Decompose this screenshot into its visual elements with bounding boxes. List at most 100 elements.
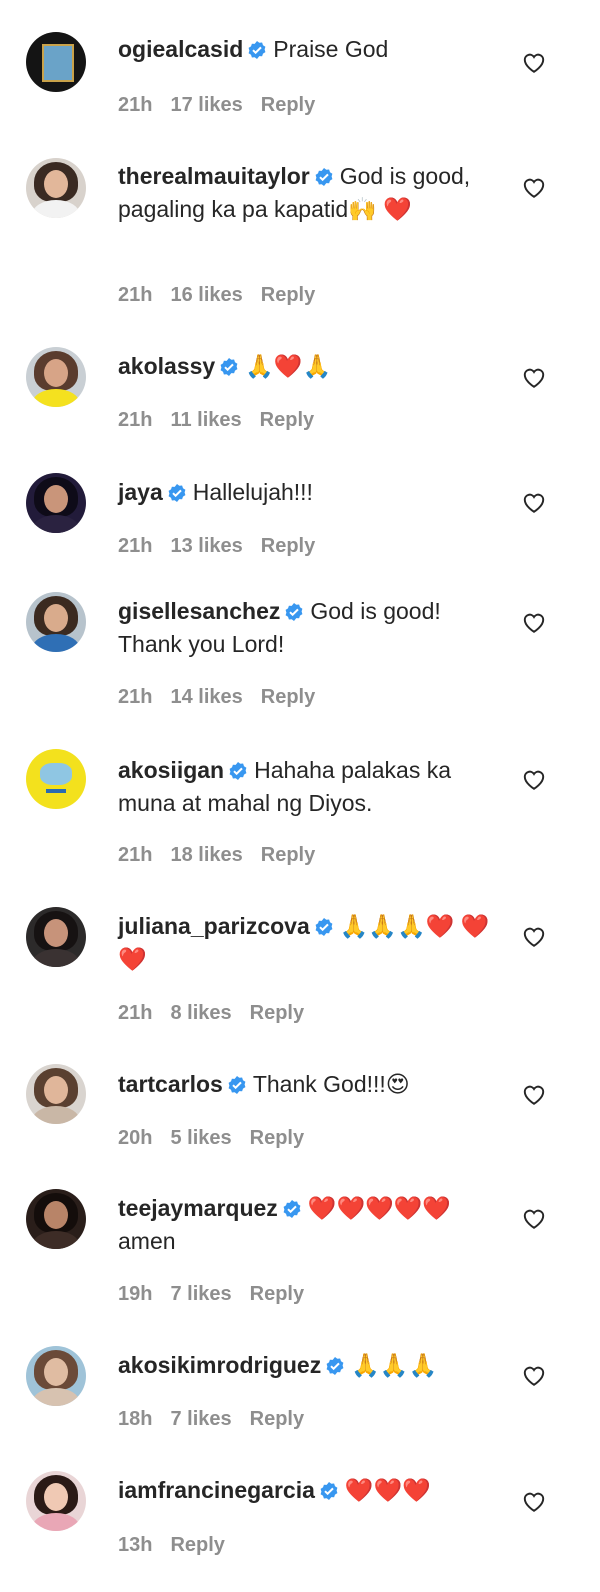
like-heart-icon[interactable]: [521, 1082, 547, 1106]
likes-count[interactable]: 7 likes: [170, 1408, 231, 1430]
reply-button[interactable]: Reply: [250, 1002, 304, 1024]
likes-count[interactable]: 18 likes: [170, 844, 242, 866]
username-link[interactable]: akosikimrodriguez: [118, 1352, 321, 1378]
comment-text-block: akosikimrodriguez 🙏🙏🙏: [118, 1349, 508, 1382]
comment-text-block: iamfrancinegarcia ❤️❤️❤️: [118, 1474, 508, 1507]
username-link[interactable]: iamfrancinegarcia: [118, 1477, 315, 1503]
like-heart-icon[interactable]: [521, 924, 547, 948]
likes-count[interactable]: 8 likes: [170, 1002, 231, 1024]
username-link[interactable]: jaya: [118, 479, 163, 505]
verified-badge-icon: [229, 762, 247, 780]
reply-button[interactable]: Reply: [170, 1534, 224, 1556]
likes-count[interactable]: 14 likes: [170, 686, 242, 708]
comment-time[interactable]: 19h: [118, 1283, 152, 1305]
reply-button[interactable]: Reply: [250, 1408, 304, 1430]
username-link[interactable]: therealmauitaylor: [118, 163, 310, 189]
comment-meta: 21h 18 likes Reply: [118, 844, 333, 867]
username-link[interactable]: ogiealcasid: [118, 36, 243, 62]
reply-button[interactable]: Reply: [250, 1127, 304, 1149]
comment-body: Hallelujah!!!: [192, 479, 313, 505]
comment-time[interactable]: 20h: [118, 1127, 152, 1149]
like-heart-icon[interactable]: [521, 50, 547, 74]
comment-meta: 21h 16 likes Reply: [118, 284, 333, 307]
comment-meta: 13h Reply: [118, 1534, 243, 1557]
verified-badge-icon: [168, 484, 186, 502]
avatar[interactable]: [26, 32, 86, 92]
comment-text-block: therealmauitaylor God is good, pagaling k…: [118, 160, 508, 226]
comment-time[interactable]: 21h: [118, 284, 152, 306]
avatar[interactable]: [26, 1471, 86, 1531]
avatar[interactable]: [26, 158, 86, 218]
comment-text-block: juliana_parizcova 🙏🙏🙏❤️ ❤️❤️: [118, 910, 508, 976]
comment-body: 🙏🙏🙏: [351, 1352, 438, 1378]
verified-badge-icon: [228, 1076, 246, 1094]
comment-meta: 18h 7 likes Reply: [118, 1408, 322, 1431]
like-heart-icon[interactable]: [521, 175, 547, 199]
verified-badge-icon: [248, 41, 266, 59]
comment-meta: 21h 17 likes Reply: [118, 94, 333, 117]
comment-time[interactable]: 18h: [118, 1408, 152, 1430]
comment-body: ❤️❤️❤️: [344, 1477, 431, 1503]
reply-button[interactable]: Reply: [261, 844, 315, 866]
username-link[interactable]: tartcarlos: [118, 1071, 223, 1097]
avatar[interactable]: [26, 1189, 86, 1249]
verified-badge-icon: [315, 168, 333, 186]
reply-button[interactable]: Reply: [261, 94, 315, 116]
verified-badge-icon: [315, 918, 333, 936]
verified-badge-icon: [326, 1357, 344, 1375]
like-heart-icon[interactable]: [521, 767, 547, 791]
comment-time[interactable]: 13h: [118, 1534, 152, 1556]
comment-time[interactable]: 21h: [118, 409, 152, 431]
comment-time[interactable]: 21h: [118, 1002, 152, 1024]
comment-body: Praise God: [273, 36, 389, 62]
likes-count[interactable]: 16 likes: [170, 284, 242, 306]
avatar[interactable]: [26, 592, 86, 652]
comment-text-block: teejaymarquez ❤️❤️❤️❤️❤️ amen: [118, 1192, 508, 1258]
like-heart-icon[interactable]: [521, 490, 547, 514]
verified-badge-icon: [220, 358, 238, 376]
comment-text-block: ogiealcasid Praise God: [118, 33, 508, 66]
likes-count[interactable]: 11 likes: [170, 409, 241, 431]
comment-time[interactable]: 21h: [118, 94, 152, 116]
likes-count[interactable]: 17 likes: [170, 94, 242, 116]
username-link[interactable]: teejaymarquez: [118, 1195, 278, 1221]
reply-button[interactable]: Reply: [250, 1283, 304, 1305]
comment-meta: 21h 11 likes Reply: [118, 409, 332, 432]
like-heart-icon[interactable]: [521, 1489, 547, 1513]
comment-meta: 21h 14 likes Reply: [118, 686, 333, 709]
comment-meta: 20h 5 likes Reply: [118, 1127, 322, 1150]
comment-text-block: akosiigan Hahaha palakas ka muna at mahal…: [118, 754, 508, 820]
like-heart-icon[interactable]: [521, 1206, 547, 1230]
avatar[interactable]: [26, 347, 86, 407]
username-link[interactable]: gisellesanchez: [118, 598, 280, 624]
username-link[interactable]: juliana_parizcova: [118, 913, 310, 939]
reply-button[interactable]: Reply: [261, 284, 315, 306]
avatar[interactable]: [26, 1064, 86, 1124]
like-heart-icon[interactable]: [521, 365, 547, 389]
reply-button[interactable]: Reply: [261, 535, 315, 557]
avatar[interactable]: [26, 1346, 86, 1406]
likes-count[interactable]: 13 likes: [170, 535, 242, 557]
username-link[interactable]: akosiigan: [118, 757, 224, 783]
likes-count[interactable]: 5 likes: [170, 1127, 231, 1149]
likes-count[interactable]: 7 likes: [170, 1283, 231, 1305]
reply-button[interactable]: Reply: [261, 686, 315, 708]
verified-badge-icon: [285, 603, 303, 621]
reply-button[interactable]: Reply: [260, 409, 314, 431]
comment-time[interactable]: 21h: [118, 686, 152, 708]
avatar[interactable]: [26, 473, 86, 533]
avatar[interactable]: [26, 749, 86, 809]
comment-text-block: akolassy 🙏❤️🙏: [118, 350, 508, 383]
verified-badge-icon: [283, 1200, 301, 1218]
avatar[interactable]: [26, 907, 86, 967]
like-heart-icon[interactable]: [521, 610, 547, 634]
username-link[interactable]: akolassy: [118, 353, 215, 379]
like-heart-icon[interactable]: [521, 1363, 547, 1387]
comment-time[interactable]: 21h: [118, 535, 152, 557]
comment-body: Thank God!!!😍: [252, 1071, 410, 1097]
comment-text-block: gisellesanchez God is good! Thank you Lor…: [118, 595, 508, 661]
verified-badge-icon: [320, 1482, 338, 1500]
comment-meta: 19h 7 likes Reply: [118, 1283, 322, 1306]
comment-meta: 21h 13 likes Reply: [118, 535, 333, 558]
comment-time[interactable]: 21h: [118, 844, 152, 866]
